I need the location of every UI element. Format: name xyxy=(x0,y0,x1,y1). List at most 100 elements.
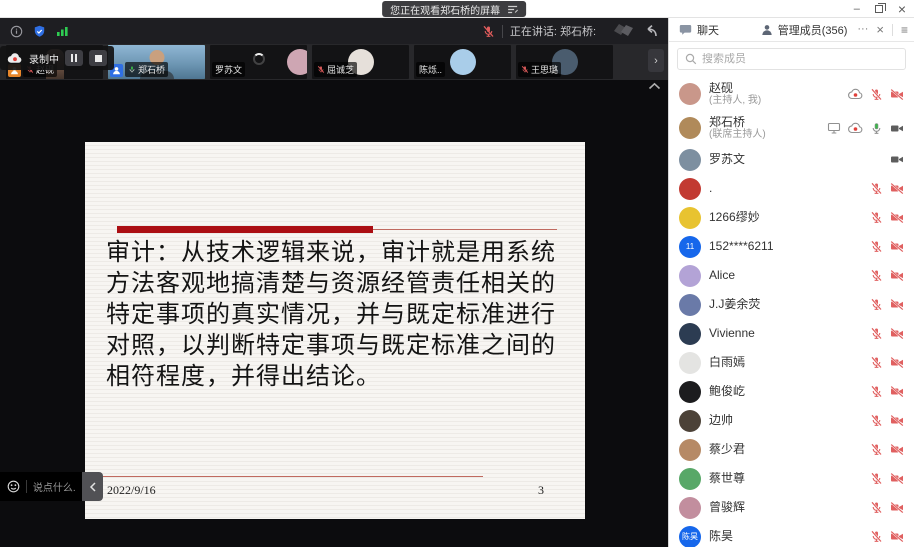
cam-on-icon[interactable] xyxy=(890,153,904,166)
slide-text-line: 对照，以判断特定事项与既定标准之间的 xyxy=(106,331,556,362)
cam-off-icon[interactable] xyxy=(890,269,904,282)
search-area xyxy=(669,42,914,75)
member-name: 罗苏文 xyxy=(709,153,882,166)
info-icon[interactable] xyxy=(10,25,23,38)
member-row[interactable]: 罗苏文 xyxy=(679,145,904,174)
cam-off-icon[interactable] xyxy=(890,298,904,311)
recording-pill: 录制中 xyxy=(0,46,114,70)
cam-off-icon[interactable] xyxy=(890,501,904,514)
mic-off-icon[interactable] xyxy=(870,356,883,369)
avatar: 11 xyxy=(679,236,701,258)
member-row[interactable]: 赵砚(主持人, 我) xyxy=(679,77,904,111)
mic-off-icon[interactable] xyxy=(870,211,883,224)
video-tile[interactable]: 郑石桥 xyxy=(108,45,205,79)
mic-on-icon[interactable] xyxy=(870,122,883,135)
pause-recording-button[interactable] xyxy=(65,50,83,66)
mic-off-icon[interactable] xyxy=(870,414,883,427)
cam-off-icon[interactable] xyxy=(890,88,904,101)
collapse-strip-chevron[interactable] xyxy=(648,82,661,90)
mic-off-icon[interactable] xyxy=(870,88,883,101)
member-row[interactable]: 1266缪妙 xyxy=(679,203,904,232)
close-panel-button[interactable]: × xyxy=(876,23,884,36)
mic-muted-icon xyxy=(482,25,495,38)
screen-share-icon xyxy=(827,122,841,134)
shield-check-icon[interactable] xyxy=(33,25,46,38)
video-tile[interactable]: 罗苏文 xyxy=(210,45,307,79)
member-row[interactable]: 蔡世尊 xyxy=(679,464,904,493)
mic-off-icon[interactable] xyxy=(870,298,883,311)
member-name: 152****6211 xyxy=(709,240,862,253)
slide-footer-line xyxy=(103,476,483,477)
member-row[interactable]: 白雨嫣 xyxy=(679,348,904,377)
cam-on-icon[interactable] xyxy=(890,122,904,135)
mic-off-icon[interactable] xyxy=(870,443,883,456)
member-row[interactable]: 蔡少君 xyxy=(679,435,904,464)
member-row[interactable]: 鲍俊屹 xyxy=(679,377,904,406)
close-button[interactable]: × xyxy=(898,2,906,16)
cam-off-icon[interactable] xyxy=(890,385,904,398)
member-row[interactable]: Vivienne xyxy=(679,319,904,348)
cam-off-icon[interactable] xyxy=(890,443,904,456)
member-search-box[interactable] xyxy=(677,48,906,70)
layered-shapes-icon[interactable] xyxy=(612,23,638,39)
member-row[interactable]: 陈昊陈昊 xyxy=(679,522,904,547)
mic-off-icon[interactable] xyxy=(870,240,883,253)
member-status-icons xyxy=(870,356,904,369)
mic-off-icon[interactable] xyxy=(870,269,883,282)
slide-accent-bar xyxy=(117,226,373,233)
member-row[interactable]: 11 152****6211 xyxy=(679,232,904,261)
member-row[interactable]: Alice xyxy=(679,261,904,290)
member-status-icons xyxy=(870,240,904,253)
smiley-icon[interactable] xyxy=(7,480,20,493)
mic-off-icon[interactable] xyxy=(870,501,883,514)
mic-off-icon[interactable] xyxy=(870,530,883,543)
cam-off-icon[interactable] xyxy=(890,356,904,369)
member-row[interactable]: J.J姜余荧 xyxy=(679,290,904,319)
chat-placeholder: 说点什么... xyxy=(33,479,75,494)
panel-menu-icon[interactable]: ≡ xyxy=(901,24,908,36)
mic-off-icon[interactable] xyxy=(870,472,883,485)
member-name: J.J姜余荧 xyxy=(709,298,862,311)
signal-bars-icon[interactable] xyxy=(56,25,69,37)
tab-manage-members[interactable]: 管理成员(356) xyxy=(751,18,858,41)
avatar xyxy=(679,294,701,316)
member-search-input[interactable] xyxy=(702,53,898,65)
chat-quick-input[interactable]: 说点什么... xyxy=(0,472,82,501)
cam-off-icon[interactable] xyxy=(890,414,904,427)
cam-off-icon[interactable] xyxy=(890,472,904,485)
more-options-button[interactable]: ··· xyxy=(857,24,868,35)
cam-off-icon[interactable] xyxy=(890,240,904,253)
member-name: 郑石桥 xyxy=(709,116,819,129)
meeting-window: 您正在观看郑石桥的屏幕 – × xyxy=(0,0,914,547)
controls-divider xyxy=(892,24,893,36)
reply-arrow-icon[interactable] xyxy=(642,24,658,38)
video-tile[interactable]: 王思璐 xyxy=(516,45,613,79)
member-list[interactable]: 赵砚(主持人, 我)郑石桥(联席主持人) 罗苏文.1266缪妙 11 152****6… xyxy=(669,75,914,547)
slide-body-text: 审计：从技术逻辑来说，审计就是用系统 方法客观地搞清楚与资源经管责任相关的 特定… xyxy=(106,238,556,393)
minimize-button[interactable]: – xyxy=(854,4,860,15)
speaking-label: 正在讲话: 郑石桥: xyxy=(510,23,596,39)
cam-off-icon[interactable] xyxy=(890,327,904,340)
mic-off-icon[interactable] xyxy=(870,385,883,398)
tab-chat[interactable]: 聊天 xyxy=(669,18,751,41)
mic-off-icon[interactable] xyxy=(870,327,883,340)
member-row[interactable]: . xyxy=(679,174,904,203)
video-tile[interactable]: 屈诚芝 xyxy=(312,45,409,79)
collapse-chat-button[interactable] xyxy=(82,472,103,501)
member-name: 边帅 xyxy=(709,414,862,427)
member-name: 蔡少君 xyxy=(709,443,862,456)
maximize-button[interactable] xyxy=(875,5,883,13)
cam-off-icon[interactable] xyxy=(890,182,904,195)
stop-recording-button[interactable] xyxy=(89,50,107,66)
mic-off-icon[interactable] xyxy=(870,182,883,195)
member-row[interactable]: 边帅 xyxy=(679,406,904,435)
member-row[interactable]: 郑石桥(联席主持人) xyxy=(679,111,904,145)
member-row[interactable]: 曾骏辉 xyxy=(679,493,904,522)
cam-off-icon[interactable] xyxy=(890,530,904,543)
annotation-lines-icon[interactable] xyxy=(507,5,518,14)
member-status-icons xyxy=(890,153,904,166)
cloud-record-icon xyxy=(848,88,863,100)
video-tile[interactable]: 陈烁.. xyxy=(414,45,511,79)
cam-off-icon[interactable] xyxy=(890,211,904,224)
scroll-videos-right-button[interactable]: › xyxy=(648,49,664,72)
